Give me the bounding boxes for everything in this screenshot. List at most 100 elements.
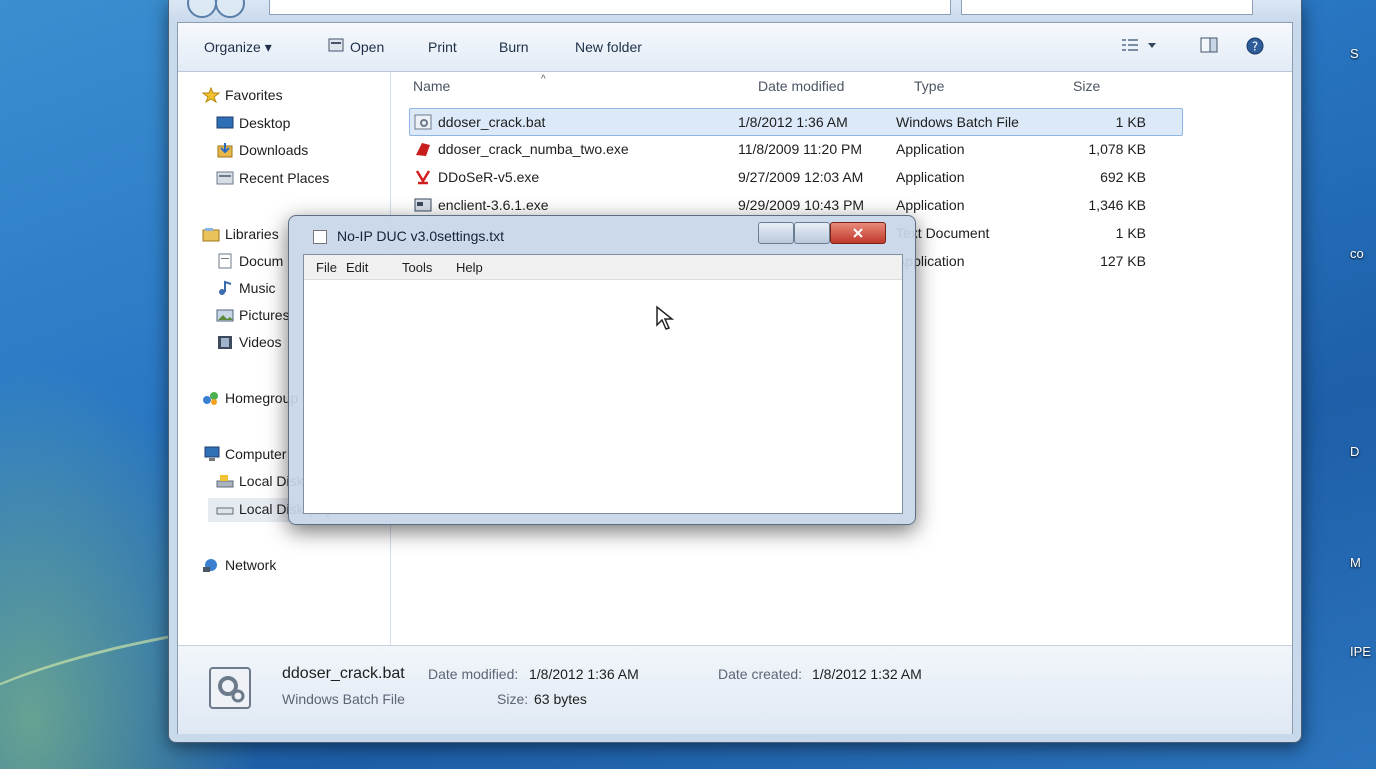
command-bar: Organize ▾ Open Print Burn New folder ? <box>178 23 1292 72</box>
details-pane: ddoser_crack.bat Windows Batch File Date… <box>178 645 1292 734</box>
close-icon <box>853 228 863 238</box>
file-row[interactable]: ddoser_crack_numba_two.exe 11/8/2009 11:… <box>409 136 1181 162</box>
notepad-icon <box>313 230 327 244</box>
sort-arrow-icon: ^ <box>541 74 546 85</box>
notepad-text-area[interactable] <box>304 280 902 513</box>
nav-label: Network <box>225 557 277 573</box>
file-row[interactable]: DDoSeR-v5.exe 9/27/2009 12:03 AM Applica… <box>409 164 1181 190</box>
notepad-window[interactable]: No-IP DUC v3.0settings.txt File Edit Too… <box>288 215 916 525</box>
file-date-cell: 9/27/2009 12:03 AM <box>738 169 864 185</box>
details-size: 63 bytes <box>534 691 587 707</box>
file-size-cell: 692 KB <box>1100 169 1146 185</box>
file-size-cell: 1 KB <box>1115 114 1146 130</box>
maximize-button[interactable] <box>794 222 830 244</box>
nav-videos[interactable]: Videos <box>216 334 282 350</box>
pictures-icon <box>216 307 234 322</box>
file-type-cell: Windows Batch File <box>896 114 1019 130</box>
desktop-icon-label[interactable]: S <box>1350 46 1359 61</box>
organize-button[interactable]: Organize ▾ <box>204 39 272 56</box>
nav-homegroup[interactable]: Homegroup <box>202 390 298 406</box>
file-name-cell: ddoser_crack_numba_two.exe <box>414 141 629 157</box>
details-filetype: Windows Batch File <box>282 691 405 707</box>
column-header-name[interactable]: Name <box>413 78 450 94</box>
nav-label: Recent Places <box>239 170 330 186</box>
network-icon <box>202 557 220 572</box>
search-box[interactable] <box>961 0 1253 15</box>
burn-button[interactable]: Burn <box>499 39 529 55</box>
recent-places-icon <box>216 170 234 185</box>
documents-icon <box>216 253 234 269</box>
open-icon <box>328 37 344 56</box>
menu-file[interactable]: File <box>316 260 337 275</box>
nav-label: Docum <box>239 253 284 269</box>
file-date-cell: 9/29/2009 10:43 PM <box>738 197 865 213</box>
help-icon[interactable]: ? <box>1246 37 1264 58</box>
details-date-modified: 1/8/2012 1:36 AM <box>529 666 639 682</box>
drive-c-icon <box>216 473 234 488</box>
menu-tools[interactable]: Tools <box>402 260 432 275</box>
preview-pane-icon[interactable] <box>1200 37 1218 56</box>
back-button[interactable] <box>187 0 217 18</box>
desktop-icon-label[interactable]: IPE <box>1350 644 1371 659</box>
drive-d-icon <box>216 501 234 516</box>
details-size-label: Size: <box>497 691 529 707</box>
forward-button[interactable] <box>215 0 245 18</box>
file-date-cell: 1/8/2012 1:36 AM <box>738 114 848 130</box>
nav-documents[interactable]: Docum <box>216 253 283 269</box>
batch-file-large-icon <box>208 666 252 713</box>
column-header-size[interactable]: Size <box>1073 78 1100 94</box>
nav-pictures[interactable]: Pictures <box>216 307 290 323</box>
nav-label: Pictures <box>239 307 290 323</box>
nav-network[interactable]: Network <box>202 557 276 573</box>
print-button[interactable]: Print <box>428 39 457 55</box>
column-header-type[interactable]: Type <box>914 78 944 94</box>
details-date-created: 1/8/2012 1:32 AM <box>812 666 922 682</box>
notepad-menu-bar: File Edit Tools Help <box>304 255 902 280</box>
file-type-cell: Application <box>896 141 965 157</box>
app-window-icon <box>414 197 432 213</box>
nav-label: Music <box>239 280 276 296</box>
nav-label: Videos <box>239 334 282 350</box>
music-icon <box>216 280 234 295</box>
nav-favorites[interactable]: Favorites <box>201 86 283 104</box>
minimize-button[interactable] <box>758 222 794 244</box>
nav-recent-places[interactable]: Recent Places <box>216 170 329 186</box>
column-header-date-modified[interactable]: Date modified <box>758 78 844 94</box>
address-bar[interactable] <box>269 0 951 15</box>
downloads-icon <box>216 142 234 158</box>
desktop-icon <box>216 115 234 130</box>
nav-computer[interactable]: Computer <box>202 446 286 462</box>
file-type-cell: Application <box>896 169 965 185</box>
nav-desktop[interactable]: Desktop <box>216 115 290 131</box>
nav-music[interactable]: Music <box>216 280 276 296</box>
menu-edit[interactable]: Edit <box>346 260 368 275</box>
file-name-cell: enclient-3.6.1.exe <box>414 197 549 213</box>
new-folder-button[interactable]: New folder <box>575 39 642 55</box>
address-bar-area <box>169 0 1301 22</box>
menu-help[interactable]: Help <box>456 260 483 275</box>
nav-label: Downloads <box>239 142 309 158</box>
svg-text:?: ? <box>1252 40 1258 54</box>
file-name-cell: DDoSeR-v5.exe <box>414 169 539 185</box>
desktop-icon-label[interactable]: D <box>1350 444 1359 459</box>
desktop-icon-label[interactable]: M <box>1350 555 1361 570</box>
close-button[interactable] <box>830 222 886 244</box>
view-options-icon[interactable] <box>1122 37 1162 56</box>
libraries-icon <box>202 226 220 242</box>
app-red-icon <box>414 141 432 157</box>
window-controls <box>758 222 904 244</box>
nav-libraries[interactable]: Libraries <box>202 226 279 242</box>
videos-icon <box>216 334 234 349</box>
details-date-modified-label: Date modified: <box>428 666 519 682</box>
batch-file-icon <box>414 114 432 130</box>
nav-downloads[interactable]: Downloads <box>216 142 308 158</box>
file-size-cell: 127 KB <box>1100 253 1146 269</box>
open-button[interactable]: Open <box>350 39 384 55</box>
computer-icon <box>202 446 220 461</box>
file-size-cell: 1 KB <box>1115 225 1146 241</box>
file-row[interactable]: ddoser_crack.bat 1/8/2012 1:36 AM Window… <box>409 108 1183 136</box>
file-size-cell: 1,346 KB <box>1088 197 1146 213</box>
file-date-cell: 11/8/2009 11:20 PM <box>738 141 863 157</box>
app-ddos-icon <box>414 169 432 185</box>
desktop-icon-label[interactable]: co <box>1350 246 1364 261</box>
